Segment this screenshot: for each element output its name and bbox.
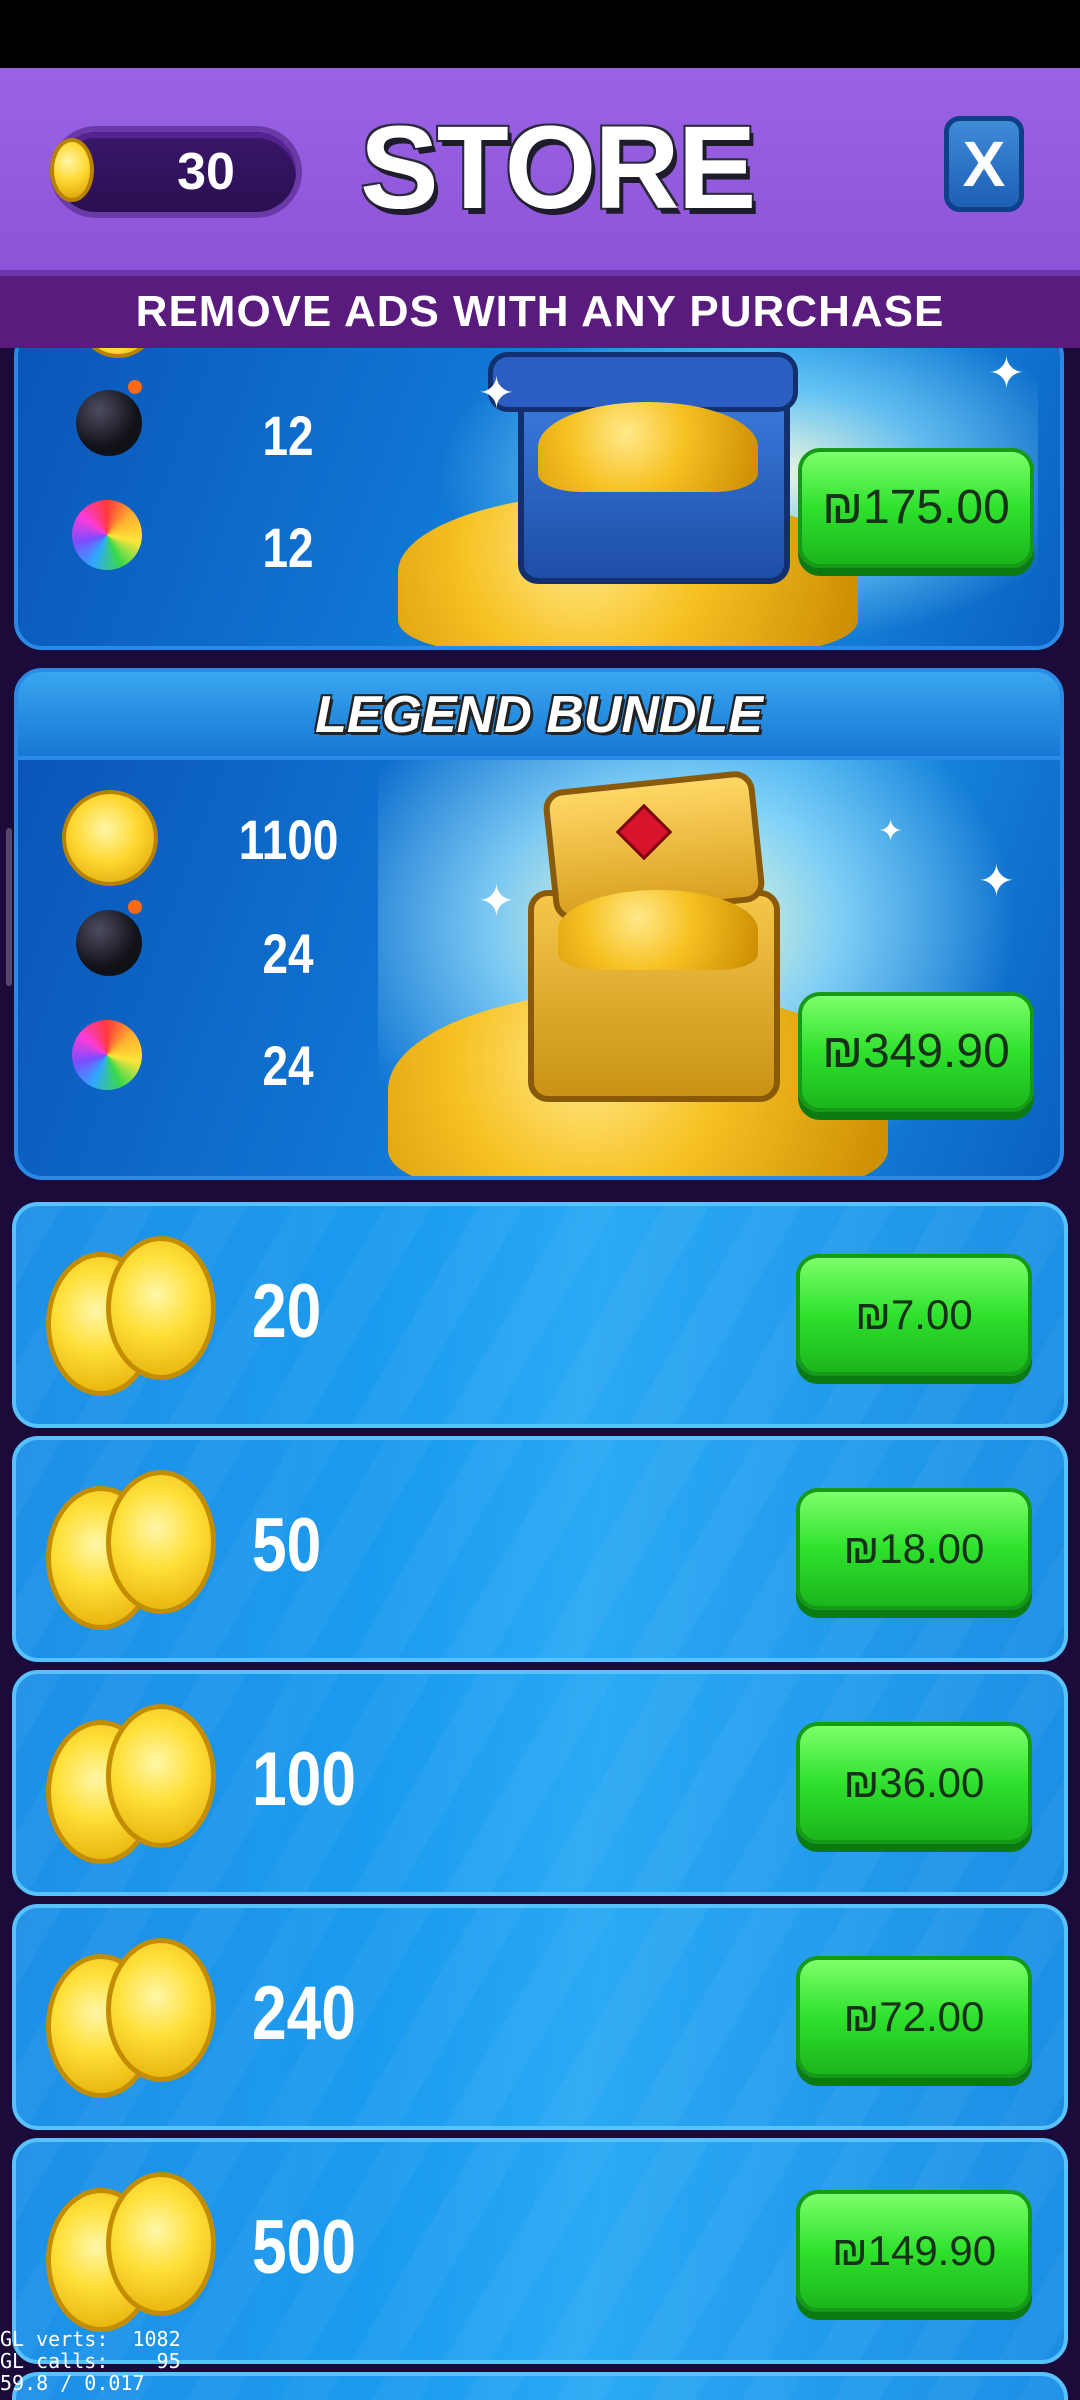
- coin-pack-card: 100 ₪36.00: [12, 1670, 1068, 1896]
- coins-icon: [46, 1938, 216, 2098]
- bundle-item: 12: [18, 494, 418, 594]
- coins-icon: [46, 1470, 216, 1630]
- coin-pack-amount: 20: [252, 1269, 322, 1354]
- rainbow-ball-icon: [72, 1020, 142, 1090]
- coin-pack-amount: 50: [252, 1503, 322, 1588]
- bomb-icon: [76, 900, 142, 976]
- buy-button[interactable]: ₪149.90: [796, 2190, 1032, 2312]
- buy-button[interactable]: ₪349.90: [798, 992, 1034, 1112]
- close-button[interactable]: X: [944, 116, 1024, 212]
- scrollbar[interactable]: [6, 828, 12, 986]
- status-bar: [0, 0, 1080, 68]
- bundle-item: 1100: [18, 780, 418, 886]
- coin-icon: [62, 790, 158, 886]
- sparkle-icon: ✦: [978, 856, 1015, 907]
- page-title: STORE: [360, 102, 756, 234]
- bundle-item-quantity: 24: [262, 1034, 314, 1097]
- coin-pack-amount: 500: [252, 2205, 356, 2290]
- buy-button[interactable]: ₪175.00: [798, 448, 1034, 568]
- coin-pack-amount: 100: [252, 1737, 356, 1822]
- coin-pack-card: 20 ₪7.00: [12, 1202, 1068, 1428]
- remove-ads-banner: REMOVE ADS WITH ANY PURCHASE: [0, 276, 1080, 348]
- buy-button[interactable]: ₪18.00: [796, 1488, 1032, 1610]
- debug-line: 59.8 / 0.017: [0, 2371, 145, 2395]
- coin-balance-value: 30: [177, 143, 235, 201]
- coin-icon: [78, 348, 158, 358]
- coins-icon: [46, 1704, 216, 1864]
- rainbow-ball-icon: [72, 500, 142, 570]
- store-header: 30 STORE X: [0, 68, 1080, 276]
- debug-line: GL verts: 1082: [0, 2327, 181, 2351]
- bundle-item-quantity: 1100: [238, 808, 339, 871]
- bundle-item-quantity: 24: [262, 922, 314, 985]
- bundle-card-top: 12 12 ✦ ✦ ₪175.00: [14, 348, 1064, 650]
- bundle-card-legend: 1100 24 24 ✦ ✦ ✦ ₪349.90: [14, 760, 1064, 1180]
- coin-balance: 30: [50, 126, 302, 218]
- sparkle-icon: ✦: [478, 876, 515, 927]
- bundle-item-quantity: 12: [262, 404, 314, 467]
- bundle-item: 24: [18, 900, 418, 1004]
- debug-line: GL calls: 95: [0, 2349, 181, 2373]
- sparkle-icon: ✦: [878, 814, 904, 849]
- sparkle-icon: ✦: [988, 348, 1025, 399]
- coin-pack-card: 240 ₪72.00: [12, 1904, 1068, 2130]
- buy-button[interactable]: ₪72.00: [796, 1956, 1032, 2078]
- bundle-item: 12: [18, 380, 418, 482]
- coins-icon: [46, 1236, 216, 1396]
- coin-pack-amount: 240: [252, 1971, 356, 2056]
- close-icon: X: [962, 128, 1006, 200]
- store-list[interactable]: 12 12 ✦ ✦ ₪175.00 LEGEND BUNDLE 1100 24: [0, 348, 1080, 2400]
- bundle-title: LEGEND BUNDLE: [14, 668, 1064, 760]
- coins-icon: [46, 2172, 216, 2332]
- buy-button[interactable]: ₪7.00: [796, 1254, 1032, 1376]
- bundle-item-quantity: 12: [262, 516, 314, 579]
- buy-button[interactable]: ₪36.00: [796, 1722, 1032, 1844]
- coin-pack-card: 50 ₪18.00: [12, 1436, 1068, 1662]
- bundle-item: 24: [18, 1016, 418, 1116]
- sparkle-icon: ✦: [478, 368, 515, 419]
- bomb-icon: [76, 380, 142, 456]
- coin-icon: [50, 138, 94, 202]
- debug-overlay: GL verts: 1082 GL calls: 95 59.8 / 0.017: [0, 2328, 181, 2394]
